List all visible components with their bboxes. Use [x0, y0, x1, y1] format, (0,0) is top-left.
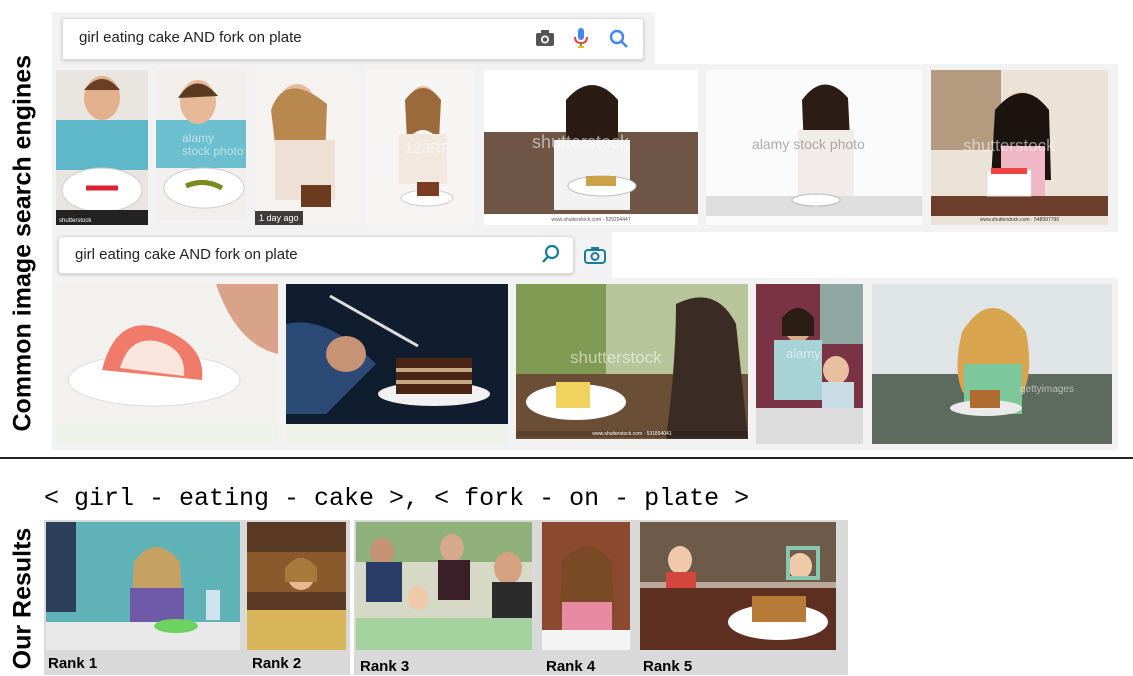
- rank-4-image[interactable]: [542, 522, 630, 650]
- watermark: shutterstock: [59, 218, 92, 224]
- rank-label: Rank 5: [643, 658, 693, 675]
- search-bar-1[interactable]: girl eating cake AND fork on plate: [62, 18, 644, 60]
- watermark: gettyimages: [1020, 384, 1074, 395]
- search-icon[interactable]: [541, 244, 561, 269]
- microphone-icon[interactable]: [573, 27, 589, 54]
- search-icon[interactable]: [609, 29, 629, 54]
- watermark: shutterstock: [963, 136, 1055, 155]
- result-image[interactable]: alamy stock photo: [706, 70, 922, 225]
- result-image[interactable]: 123RF: [365, 70, 475, 225]
- watermark: alamy: [786, 346, 821, 361]
- watermark: alamy stock photo: [182, 131, 244, 158]
- search-bar-2[interactable]: girl eating cake AND fork on plate: [58, 236, 574, 274]
- label-common-search-engines: Common image search engines: [8, 54, 37, 432]
- result-image[interactable]: shutterstock www.shutterstock.com · 5292…: [484, 70, 698, 225]
- camera-icon[interactable]: [535, 29, 555, 52]
- result-image[interactable]: shutterstock: [56, 70, 148, 225]
- rank-label: Rank 2: [252, 655, 302, 672]
- result-image[interactable]: gettyimages: [872, 284, 1112, 444]
- watermark: shutterstock: [570, 348, 662, 367]
- search-query[interactable]: girl eating cake AND fork on plate: [75, 246, 298, 263]
- result-image[interactable]: shutterstock www.shutterstock.com · 5318…: [516, 284, 748, 439]
- image-caption: www.shutterstock.com · 529294447: [551, 217, 631, 223]
- image-caption: www.shutterstock.com · 531854041: [516, 431, 748, 437]
- result-image[interactable]: shutterstock www.shutterstock.com · 5489…: [931, 70, 1108, 225]
- query-triples: < girl - eating - cake >, < fork - on - …: [44, 484, 750, 513]
- watermark: shutterstock: [532, 132, 630, 152]
- result-image[interactable]: 1 day ago: [255, 70, 357, 225]
- rank-label: Rank 3: [360, 658, 410, 675]
- image-caption: www.shutterstock.com · 548997790: [979, 217, 1060, 223]
- rank-label: Rank 4: [546, 658, 596, 675]
- time-badge: 1 day ago: [255, 211, 303, 225]
- result-image[interactable]: [286, 284, 508, 444]
- label-our-results: Our Results: [8, 527, 37, 670]
- rank-5-image[interactable]: [640, 522, 836, 650]
- rank-2-image[interactable]: [247, 522, 346, 650]
- section-divider: [0, 457, 1133, 459]
- result-image[interactable]: alamy stock photo: [156, 70, 246, 220]
- camera-icon[interactable]: [584, 246, 606, 269]
- rank-3-image[interactable]: [356, 522, 532, 650]
- search-query[interactable]: girl eating cake AND fork on plate: [79, 29, 302, 46]
- watermark: 123RF: [405, 140, 451, 157]
- rank-1-image[interactable]: [46, 522, 240, 650]
- watermark: alamy stock photo: [752, 136, 865, 152]
- result-image[interactable]: [56, 284, 278, 444]
- rank-label: Rank 1: [48, 655, 98, 672]
- result-image[interactable]: alamy: [756, 284, 863, 444]
